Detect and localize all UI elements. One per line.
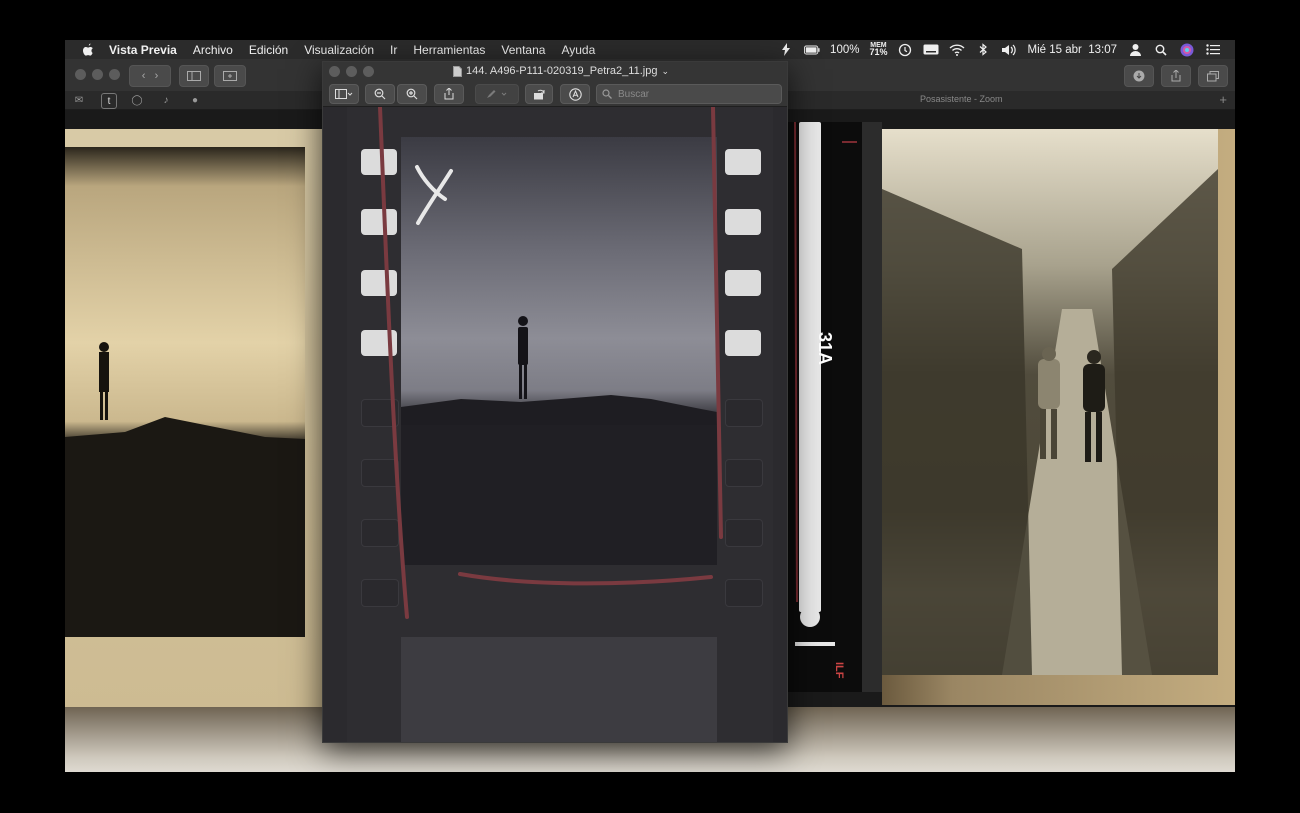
zoom-out-icon [374,88,386,100]
menu-visualizacion[interactable]: Visualización [304,43,374,57]
clock-datetime[interactable]: Mié 15 abr 13:07 [1027,44,1117,56]
document-icon [453,65,462,77]
preview-window: 144. A496-P111-020319_Petra2_11.jpg ⌄ [322,61,788,743]
chevron-right-icon: › [154,70,159,82]
rotate-icon [533,89,544,100]
sidebar-view-icon [335,89,353,99]
preview-zoom-button[interactable] [363,66,374,77]
search-input[interactable] [616,87,780,101]
menu-herramientas[interactable]: Herramientas [413,43,485,57]
sidebar-icon [187,71,201,81]
screen: Vista Previa Archivo Edición Visualizaci… [65,40,1235,772]
tumblr-icon[interactable]: t [101,93,117,109]
red-line-left [378,107,409,619]
photo-left [65,129,327,709]
chevron-left-icon: ‹ [141,70,146,82]
zoom-in-icon [406,88,418,100]
zoom-in-button[interactable] [397,84,427,104]
menu-ir[interactable]: Ir [390,43,397,57]
zoom-tab-label[interactable]: Posasistente - Zoom [920,94,1003,104]
red-line-bottom [458,572,713,586]
background-window-scroll-edge [862,122,882,692]
keyboard-icon[interactable] [923,43,939,57]
volume-icon[interactable] [1001,43,1017,57]
user-icon[interactable] [1127,43,1143,57]
memory-indicator[interactable]: MEM 71% [869,42,887,57]
document-title[interactable]: 144. A496-P111-020319_Petra2_11.jpg ⌄ [453,65,669,77]
preview-close-button[interactable] [329,66,340,77]
download-icon [1133,70,1145,82]
window-tabs-button[interactable] [1198,65,1228,87]
zoom-button[interactable] [109,69,120,80]
markup-annotations [378,107,723,619]
search-field[interactable] [596,84,782,104]
white-x-mark [415,165,453,225]
wifi-icon[interactable] [949,43,965,57]
battery-percent: 100% [830,43,860,56]
menu-ventana[interactable]: Ventana [501,43,545,57]
pen-icon [487,90,507,98]
markup-pen-button[interactable] [475,84,519,104]
download-button[interactable] [1124,65,1154,87]
chevron-down-icon: ⌄ [661,65,669,76]
back-forward-button[interactable]: ‹ › [129,65,171,87]
markup-toolbar-button[interactable] [560,84,590,104]
share-button[interactable] [1161,65,1191,87]
menu-app-name[interactable]: Vista Previa [109,43,177,57]
new-tab-plus-icon[interactable]: + [1219,92,1227,107]
menu-edicion[interactable]: Edición [249,43,288,57]
photo-right [882,129,1235,705]
zoom-out-button[interactable] [365,84,395,104]
markup-icon [568,87,582,101]
siri-icon[interactable] [1179,43,1195,57]
mail-icon[interactable]: ✉ [72,93,86,107]
red-line-right [711,107,723,539]
bolt-icon[interactable] [778,43,794,57]
menu-ayuda[interactable]: Ayuda [561,43,595,57]
film-strip-red-lines [794,122,857,646]
tabs-icon [1207,70,1219,81]
time-machine-icon[interactable] [897,43,913,57]
preview-minimize-button[interactable] [346,66,357,77]
menu-bar: Vista Previa Archivo Edición Visualizaci… [65,40,1235,59]
preview-toolbar [323,82,787,107]
share-icon [1171,70,1181,82]
compose-icon [223,71,237,81]
walkers-on-path [882,169,1218,675]
apple-menu-icon[interactable] [81,43,95,57]
spotlight-search-icon[interactable] [1153,43,1169,57]
menu-archivo[interactable]: Archivo [193,43,233,57]
close-button[interactable] [75,69,86,80]
share-button-preview[interactable] [434,84,464,104]
view-menu-button[interactable] [329,84,359,104]
bluetooth-icon[interactable] [975,43,991,57]
status-area: 100% MEM 71% Mié 15 abr 13:07 [778,42,1235,57]
photo-left-image [65,147,305,637]
new-message-button[interactable] [214,65,246,87]
share-icon [444,88,454,100]
document-filename: 144. A496-P111-020319_Petra2_11.jpg [466,65,658,77]
circle-icon[interactable]: ◯ [130,93,144,107]
lightbulb-icon[interactable]: ● [188,93,202,107]
photo-right-image [882,129,1218,675]
minimize-button[interactable] [92,69,103,80]
film-strip-label: 31A [815,332,835,366]
sidebar-toggle-button[interactable] [179,65,209,87]
film-strip-bottom-text: ILF [833,662,845,679]
rotate-button[interactable] [525,84,553,104]
silhouette-figure-left [65,342,305,637]
notification-center-icon[interactable] [1205,43,1221,57]
music-icon[interactable]: ♪ [159,93,173,107]
image-canvas[interactable] [323,107,787,742]
memory-value: 71% [869,47,888,57]
film-strip-right: 31A ILF [787,122,862,692]
search-icon [602,89,612,99]
preview-window-titlebar: 144. A496-P111-020319_Petra2_11.jpg ⌄ [323,62,787,82]
battery-icon[interactable] [804,43,820,57]
